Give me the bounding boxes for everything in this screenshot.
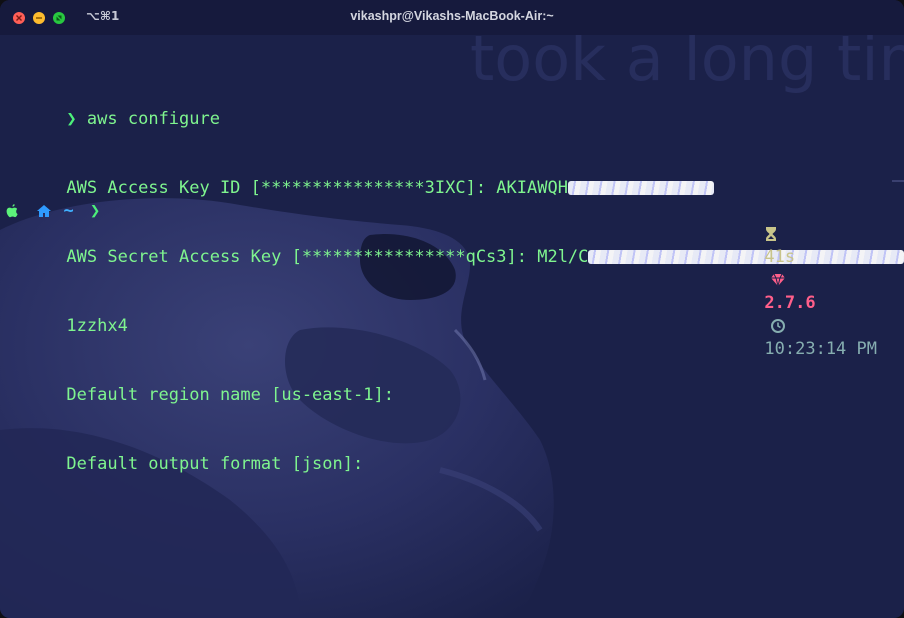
secret-key-continuation: 1zzhx4 xyxy=(66,316,128,336)
shell-prompt[interactable]: ~ ❯ 41s 2.7.6 10:23:14 PM xyxy=(5,200,885,359)
current-time: 10:23:14 PM xyxy=(764,339,877,359)
hourglass-icon xyxy=(766,227,777,241)
region-line: Default region name [us-east-1]: xyxy=(66,385,394,405)
secret-key-line: AWS Secret Access Key [****************q… xyxy=(66,247,589,267)
clock-icon xyxy=(771,319,786,333)
prompt-arrow: ❯ xyxy=(66,109,77,129)
ruby-version: 2.7.6 xyxy=(764,293,816,313)
command-text: aws configure xyxy=(86,109,220,129)
command-line: ❯ aws configure xyxy=(5,85,886,129)
ruby-gem-icon xyxy=(771,273,786,287)
prompt-left: ~ ❯ xyxy=(5,200,100,223)
home-icon xyxy=(37,205,52,217)
terminal-window: took a long time. – S ⌥⌘1 vikash xyxy=(0,0,904,618)
redacted-text xyxy=(567,181,714,195)
window-title: vikashpr@Vikashs-MacBook-Air:~ xyxy=(350,9,554,23)
command-duration: 41s xyxy=(764,247,796,267)
output-line: AWS Access Key ID [****************3IXC]… xyxy=(5,154,886,198)
output-format-line: Default output format [json]: xyxy=(66,454,364,474)
apple-icon xyxy=(6,204,18,218)
output-line: Default output format [json]: xyxy=(5,430,886,474)
prompt-right: 41s 2.7.6 10:23:14 PM xyxy=(703,200,877,384)
title-bar: ⌥⌘1 vikashpr@Vikashs-MacBook-Air:~ xyxy=(0,0,904,35)
scrollbar[interactable] xyxy=(892,180,904,182)
access-key-line: AWS Access Key ID [****************3IXC]… xyxy=(66,178,568,198)
current-directory: ~ xyxy=(63,201,74,221)
prompt-arrow: ❯ xyxy=(90,201,101,221)
